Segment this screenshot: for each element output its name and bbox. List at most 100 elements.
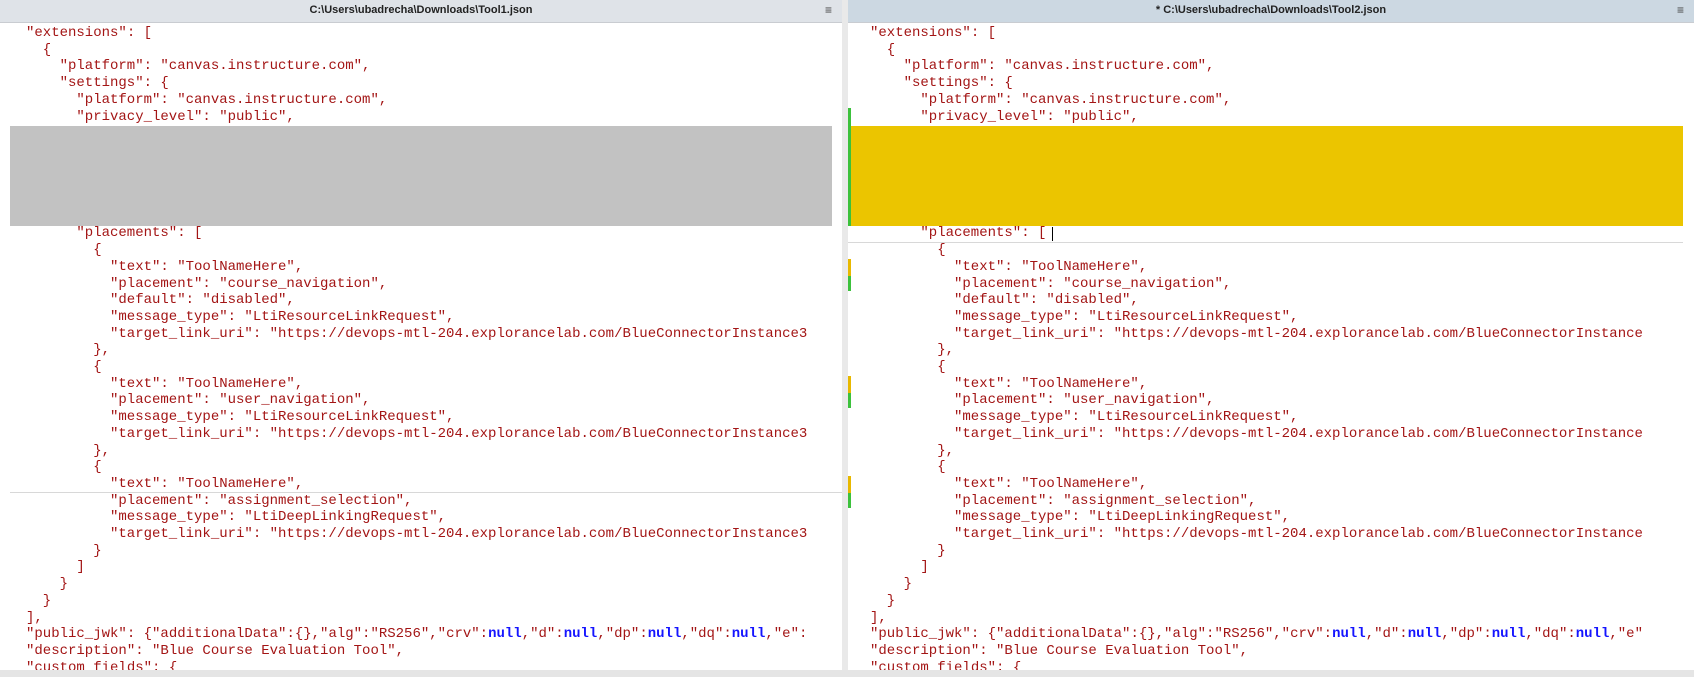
hamburger-menu-icon[interactable]: ≡ — [825, 3, 832, 17]
horizontal-scrollbar[interactable] — [0, 670, 1694, 677]
code-line[interactable]: } — [0, 576, 842, 593]
code-line[interactable]: "placement": "assignment_selection", — [848, 493, 1694, 510]
code-line[interactable]: "message_type": "LtiResourceLinkRequest"… — [0, 309, 842, 326]
code-line[interactable]: "placements": [ — [848, 225, 1694, 242]
code-line-text: "message_type": "LtiResourceLinkRequest"… — [954, 308, 1299, 325]
left-editor-pane[interactable]: C:\Users\ubadrecha\Downloads\Tool1.json … — [0, 0, 842, 677]
code-line[interactable]: { — [848, 42, 1694, 59]
code-line[interactable]: "platform": "canvas.instructure.com", — [848, 92, 1694, 109]
code-line[interactable]: "target_link_uri": "https://devops-mtl-2… — [0, 526, 842, 543]
code-line[interactable] — [0, 192, 842, 209]
code-line[interactable]: "message_type": "LtiDeepLinkingRequest", — [848, 509, 1694, 526]
code-line-text: }, — [937, 342, 954, 359]
code-line[interactable]: }, — [0, 443, 842, 460]
code-line-text: }, — [93, 442, 110, 459]
code-line[interactable]: "text": "ToolNameHere", — [848, 376, 1694, 393]
code-line[interactable]: { — [0, 459, 842, 476]
code-line[interactable]: { — [848, 242, 1694, 259]
code-line[interactable]: ], — [0, 610, 842, 627]
hamburger-menu-icon[interactable]: ≡ — [1677, 3, 1684, 17]
diff-separator-line — [848, 242, 1683, 243]
code-line[interactable]: } — [0, 593, 842, 610]
code-line[interactable]: "placement": "course_navigation", — [0, 276, 842, 293]
added-change-marker — [848, 276, 851, 291]
code-line[interactable]: { — [0, 242, 842, 259]
code-line[interactable]: }, — [0, 342, 842, 359]
code-line[interactable]: } — [848, 543, 1694, 560]
code-line[interactable]: "target_link_uri": "https://devops-mtl-2… — [848, 526, 1694, 543]
right-code-area[interactable]: "extensions": [{"platform": "canvas.inst… — [848, 25, 1694, 677]
code-line[interactable]: "platform": "canvas.instructure.com", — [0, 58, 842, 75]
code-line[interactable]: "default": "disabled", — [0, 292, 842, 309]
code-line[interactable]: "placement": "course_navigation", — [848, 276, 1694, 293]
code-line[interactable]: "privacy_level": "public", — [0, 109, 842, 126]
code-line[interactable]: "platform": "canvas.instructure.com", — [0, 92, 842, 109]
code-line-text: "target_link_uri": "https://devops-mtl-2… — [954, 526, 1643, 542]
code-line[interactable]: "text": "ToolNameHere", — [0, 259, 842, 276]
code-line[interactable]: "message_type": "LtiDeepLinkingRequest", — [0, 509, 842, 526]
code-line-text: } — [59, 576, 68, 593]
code-line[interactable]: "settings": { — [0, 75, 842, 92]
code-line[interactable]: "text": "ToolNameHere", — [848, 476, 1694, 493]
changed-line-marker — [848, 376, 851, 394]
code-line-text: "privacy_level": "public", — [76, 108, 295, 125]
code-line[interactable]: } — [848, 593, 1694, 610]
code-line[interactable]: "description": "Blue Course Evaluation T… — [0, 643, 842, 660]
code-line[interactable]: "target_link_uri": "https://devops-mtl-2… — [0, 326, 842, 343]
code-line[interactable]: "text": "ToolNameHere", — [0, 376, 842, 393]
code-line[interactable]: "message_type": "LtiResourceLinkRequest"… — [0, 409, 842, 426]
code-line[interactable]: "text": "ToolNameHere", — [848, 259, 1694, 276]
left-code-area[interactable]: "extensions": [{"platform": "canvas.inst… — [0, 25, 842, 677]
code-line[interactable]: "placements": [ — [0, 225, 842, 242]
right-editor-pane[interactable]: * C:\Users\ubadrecha\Downloads\Tool2.jso… — [848, 0, 1694, 677]
code-line[interactable]: "message_type": "LtiResourceLinkRequest"… — [848, 309, 1694, 326]
code-line[interactable]: "description": "Blue Course Evaluation T… — [848, 643, 1694, 660]
code-line[interactable] — [0, 142, 842, 159]
code-line-text: ] — [920, 559, 929, 576]
code-line[interactable]: "target_link_uri": "https://devops-mtl-2… — [848, 326, 1694, 343]
code-line[interactable]: "default": "disabled", — [848, 292, 1694, 309]
code-line-text: { — [93, 242, 102, 259]
code-line-text: } — [886, 592, 896, 609]
code-line[interactable] — [0, 125, 842, 142]
code-line[interactable]: }, — [848, 342, 1694, 359]
code-line[interactable]: { — [0, 359, 842, 376]
code-line[interactable]: "platform": "canvas.instructure.com", — [848, 58, 1694, 75]
code-line-text: } — [903, 576, 912, 593]
code-line[interactable]: "placement": "assignment_selection", — [0, 493, 842, 510]
code-line[interactable] — [0, 209, 842, 226]
code-line[interactable]: "target_link_uri": "https://devops-mtl-2… — [848, 426, 1694, 443]
code-line[interactable]: "privacy_level": "public", — [848, 109, 1694, 126]
code-line[interactable]: ] — [0, 559, 842, 576]
code-line[interactable]: } — [0, 543, 842, 560]
code-line[interactable]: "extensions": [ — [0, 25, 842, 42]
code-line[interactable] — [0, 159, 842, 176]
code-line[interactable]: } — [848, 576, 1694, 593]
code-line[interactable]: "placement": "user_navigation", — [848, 392, 1694, 409]
code-line[interactable]: { — [848, 359, 1694, 376]
code-line[interactable]: ], — [848, 610, 1694, 627]
code-line[interactable]: { — [848, 459, 1694, 476]
code-line-text: "text": "ToolNameHere", — [110, 258, 304, 275]
code-line[interactable]: { — [0, 42, 842, 59]
code-line[interactable] — [0, 175, 842, 192]
code-line-text: }, — [93, 342, 110, 359]
code-line[interactable]: "target_link_uri": "https://devops-mtl-2… — [0, 426, 842, 443]
code-line[interactable]: "message_type": "LtiResourceLinkRequest"… — [848, 409, 1694, 426]
code-line-text: "target_link_uri": "https://devops-mtl-2… — [110, 325, 808, 342]
code-line[interactable]: }, — [848, 443, 1694, 460]
code-line[interactable]: "settings": { — [848, 75, 1694, 92]
code-line[interactable]: ] — [848, 559, 1694, 576]
code-line[interactable]: "public_jwk": {"additionalData":{},"alg"… — [848, 626, 1694, 643]
code-line-text: "default": "disabled", — [110, 292, 295, 309]
code-line-text: { — [937, 242, 946, 259]
code-line[interactable]: "extensions": [ — [848, 25, 1694, 42]
diff-separator-line — [10, 492, 842, 493]
code-line-text: "placement": "course_navigation", — [110, 275, 388, 292]
code-line-text: "placement": "assignment_selection", — [954, 492, 1257, 509]
code-line-text: "placement": "user_navigation", — [954, 392, 1215, 409]
code-line[interactable]: "text": "ToolNameHere", — [0, 476, 842, 493]
code-line-text: "message_type": "LtiResourceLinkRequest"… — [110, 409, 455, 426]
code-line[interactable]: "placement": "user_navigation", — [0, 392, 842, 409]
code-line[interactable]: "public_jwk": {"additionalData":{},"alg"… — [0, 626, 842, 643]
